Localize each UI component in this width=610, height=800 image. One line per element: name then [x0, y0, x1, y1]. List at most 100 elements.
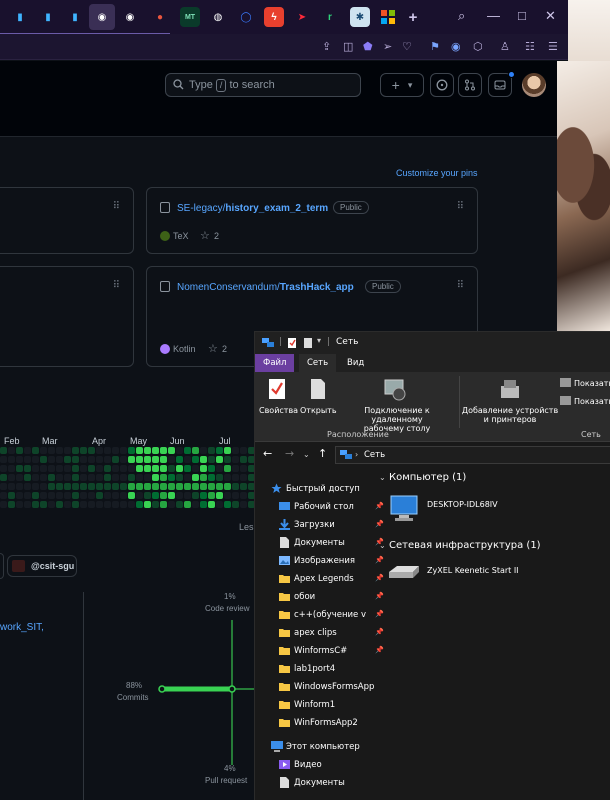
contribution-cell[interactable]	[200, 501, 207, 508]
contribution-cell[interactable]	[56, 447, 63, 454]
contribution-cell[interactable]	[80, 447, 87, 454]
contribution-cell[interactable]	[200, 492, 207, 499]
contribution-cell[interactable]	[232, 483, 239, 490]
show-button-1[interactable]: Показать	[574, 379, 610, 388]
contribution-cell[interactable]	[184, 447, 191, 454]
remote-desktop-button[interactable]: Подключение к удаленному рабочему столу	[339, 406, 455, 433]
contribution-cell[interactable]	[48, 447, 55, 454]
contribution-cell[interactable]	[136, 474, 143, 481]
contribution-cell[interactable]	[56, 483, 63, 490]
contribution-cell[interactable]	[56, 456, 63, 463]
contribution-cell[interactable]	[128, 474, 135, 481]
contribution-cell[interactable]	[160, 474, 167, 481]
contribution-cell[interactable]	[168, 492, 175, 499]
contribution-cell[interactable]	[240, 483, 247, 490]
contribution-cell[interactable]	[80, 456, 87, 463]
contribution-cell[interactable]	[144, 465, 151, 472]
contribution-cell[interactable]	[176, 501, 183, 508]
contribution-cell[interactable]	[192, 465, 199, 472]
contribution-cell[interactable]	[152, 492, 159, 499]
contribution-cell[interactable]	[184, 474, 191, 481]
contribution-cell[interactable]	[8, 465, 15, 472]
contribution-cell[interactable]	[24, 447, 31, 454]
contribution-cell[interactable]	[32, 456, 39, 463]
contribution-cell[interactable]	[8, 447, 15, 454]
tab-search-icon[interactable]: ◯	[236, 7, 256, 27]
contribution-cell[interactable]	[48, 501, 55, 508]
contribution-cell[interactable]	[208, 474, 215, 481]
contribution-cell[interactable]	[24, 483, 31, 490]
contribution-cell[interactable]	[176, 447, 183, 454]
contribution-cell[interactable]	[208, 492, 215, 499]
contribution-cell[interactable]	[96, 474, 103, 481]
contribution-cell[interactable]	[120, 465, 127, 472]
contribution-cell[interactable]	[200, 465, 207, 472]
drag-handle-icon[interactable]: ⠿	[113, 201, 120, 212]
contribution-cell[interactable]	[56, 474, 63, 481]
contribution-cell[interactable]	[200, 447, 207, 454]
contribution-cell[interactable]	[16, 465, 23, 472]
contribution-cell[interactable]	[152, 483, 159, 490]
customize-pins-link[interactable]: Customize your pins	[396, 168, 478, 178]
contribution-cell[interactable]	[176, 465, 183, 472]
contribution-cell[interactable]	[72, 501, 79, 508]
contribution-cell[interactable]	[224, 474, 231, 481]
contribution-cell[interactable]	[40, 474, 47, 481]
contribution-cell[interactable]	[72, 447, 79, 454]
ribbon-tab-network[interactable]: Сеть	[299, 354, 337, 372]
contribution-cell[interactable]	[184, 483, 191, 490]
contribution-cell[interactable]	[80, 474, 87, 481]
contribution-cell[interactable]	[16, 492, 23, 499]
tab-cat-icon[interactable]: ●	[150, 7, 170, 27]
contribution-cell[interactable]	[160, 456, 167, 463]
contribution-cell[interactable]	[200, 456, 207, 463]
person-icon[interactable]: ♙	[500, 40, 510, 53]
contribution-cell[interactable]	[168, 447, 175, 454]
contribution-cell[interactable]	[224, 465, 231, 472]
contribution-cell[interactable]	[40, 492, 47, 499]
contribution-cell[interactable]	[152, 465, 159, 472]
contribution-cell[interactable]	[184, 501, 191, 508]
star-icon[interactable]: ☆	[200, 229, 210, 242]
contribution-cell[interactable]	[72, 483, 79, 490]
contribution-cell[interactable]	[16, 501, 23, 508]
contribution-cell[interactable]	[48, 492, 55, 499]
contribution-cell[interactable]	[0, 483, 7, 490]
contribution-cell[interactable]	[184, 492, 191, 499]
profile-link[interactable]: work_SIT,	[0, 622, 44, 633]
maximize-button[interactable]: □	[518, 8, 526, 23]
contribution-cell[interactable]	[208, 465, 215, 472]
create-new-button[interactable]: + ▾	[380, 73, 424, 97]
contribution-cell[interactable]	[152, 456, 159, 463]
tab-chart-icon[interactable]: ▮	[65, 7, 85, 27]
contribution-cell[interactable]	[184, 456, 191, 463]
contribution-cell[interactable]	[208, 447, 215, 454]
contribution-cell[interactable]	[16, 474, 23, 481]
contribution-cell[interactable]	[88, 474, 95, 481]
contribution-cell[interactable]	[32, 474, 39, 481]
contribution-cell[interactable]	[64, 456, 71, 463]
contribution-cell[interactable]	[200, 483, 207, 490]
contribution-cell[interactable]	[216, 492, 223, 499]
contribution-cell[interactable]	[192, 474, 199, 481]
contribution-cell[interactable]	[144, 501, 151, 508]
contribution-cell[interactable]	[72, 456, 79, 463]
drag-handle-icon[interactable]: ⠿	[113, 280, 120, 291]
contribution-cell[interactable]	[240, 474, 247, 481]
contribution-cell[interactable]	[232, 465, 239, 472]
contribution-cell[interactable]	[112, 483, 119, 490]
contribution-cell[interactable]	[136, 492, 143, 499]
contribution-cell[interactable]	[136, 456, 143, 463]
contribution-cell[interactable]	[96, 501, 103, 508]
drag-handle-icon[interactable]: ⠿	[457, 201, 464, 212]
contribution-cell[interactable]	[144, 483, 151, 490]
share-icon[interactable]: ⇪	[322, 40, 331, 53]
contribution-cell[interactable]	[0, 447, 7, 454]
contribution-cell[interactable]	[32, 501, 39, 508]
address-bar[interactable]: › Сеть	[335, 446, 610, 464]
contribution-cell[interactable]	[120, 456, 127, 463]
contribution-cell[interactable]	[224, 447, 231, 454]
contribution-cell[interactable]	[80, 501, 87, 508]
contribution-cell[interactable]	[120, 483, 127, 490]
contribution-cell[interactable]	[160, 465, 167, 472]
